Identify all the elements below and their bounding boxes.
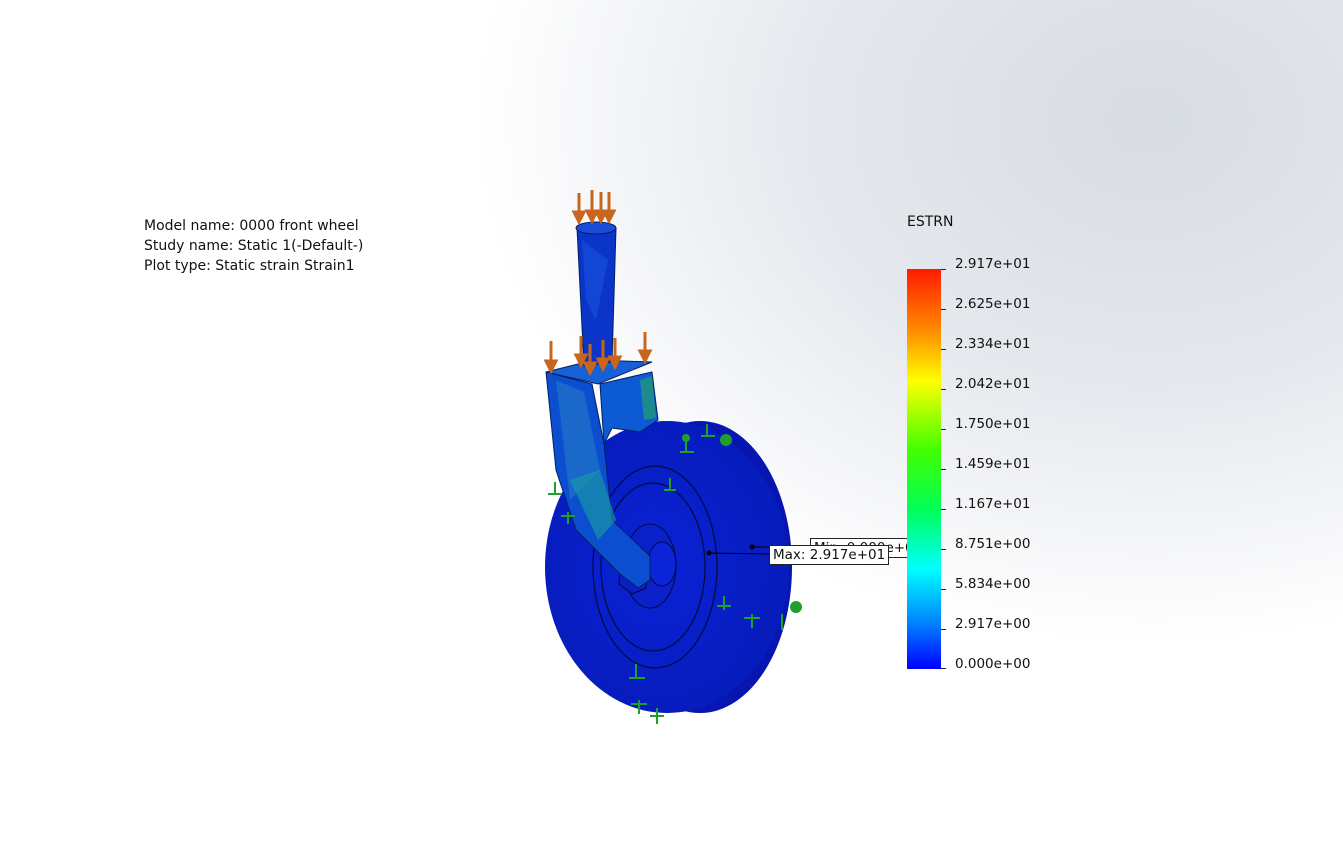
fixture-icon: [548, 482, 562, 495]
fea-model[interactable]: [0, 0, 1343, 868]
max-probe-label[interactable]: Max: 2.917e+01: [769, 545, 890, 565]
graphics-viewport[interactable]: Model name: 0000 front wheel Study name:…: [0, 0, 1343, 868]
